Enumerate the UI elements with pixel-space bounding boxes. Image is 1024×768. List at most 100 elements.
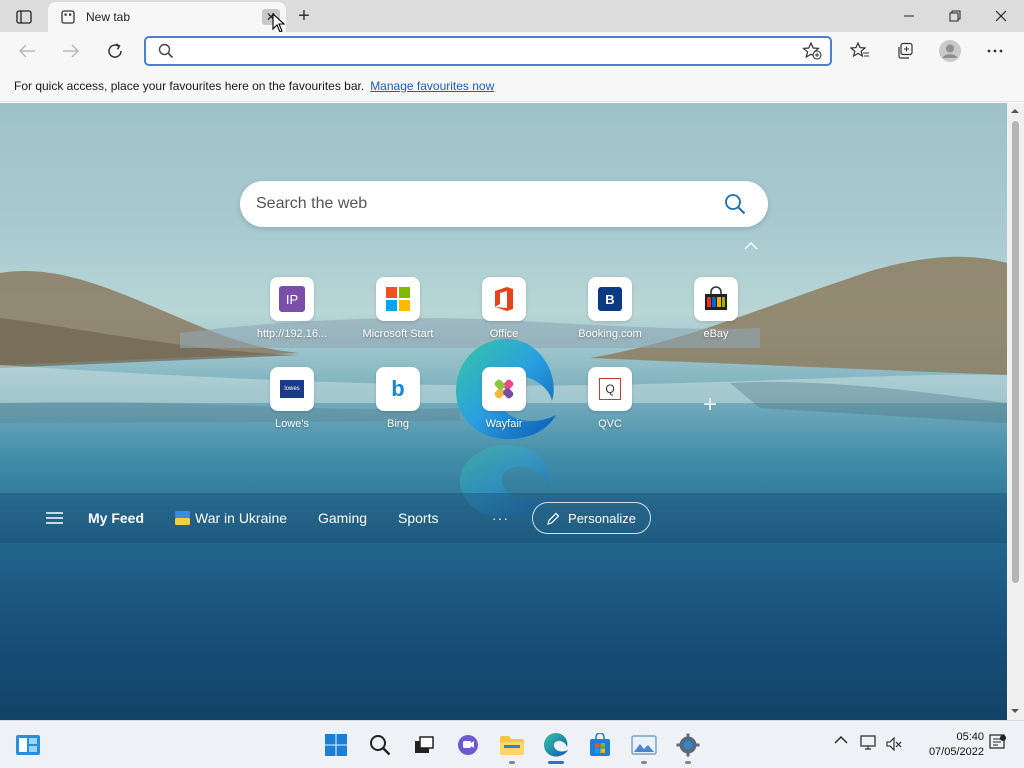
web-search-box[interactable] (240, 181, 768, 227)
new-tab-button[interactable]: + (292, 5, 316, 27)
quick-link-bing[interactable]: b Bing (353, 367, 443, 430)
microsoft-start-icon (386, 287, 410, 311)
close-window-button[interactable] (978, 0, 1024, 32)
system-clock[interactable]: 05:40 07/05/2022 (912, 730, 984, 760)
browser-toolbar (0, 32, 1024, 70)
feed-tab-my-feed[interactable]: My Feed (88, 510, 144, 526)
gear-icon (676, 733, 700, 757)
refresh-icon (108, 43, 122, 58)
tab-actions-button[interactable] (10, 6, 38, 28)
photos-icon (631, 735, 657, 755)
search-icon (370, 735, 391, 756)
mouse-cursor-icon (272, 13, 286, 33)
volume-muted-icon[interactable] (886, 737, 902, 751)
running-indicator (685, 761, 691, 764)
quick-link-label: Lowe's (275, 418, 309, 430)
active-indicator (548, 761, 564, 764)
quick-link-label: Booking.com (578, 328, 642, 340)
task-view-icon (415, 736, 434, 753)
quick-link-ip[interactable]: IP http://192.16... (247, 277, 337, 340)
minimize-icon (904, 15, 914, 17)
title-bar: New tab ✕ + (0, 0, 1024, 33)
forward-arrow-icon (63, 44, 80, 58)
taskbar-search-button[interactable] (364, 729, 396, 761)
quick-link-microsoft-start[interactable]: Microsoft Start (353, 277, 443, 340)
chat-button[interactable] (452, 729, 484, 761)
favourites-icon (850, 42, 869, 58)
favourites-bar: For quick access, place your favourites … (0, 70, 1024, 102)
taskbar: 05:40 07/05/2022 (0, 720, 1024, 768)
quick-link-wayfair[interactable]: Wayfair (459, 367, 549, 430)
show-hidden-icons-icon[interactable] (834, 735, 848, 745)
address-bar[interactable] (144, 36, 832, 66)
scroll-up-icon[interactable] (1010, 108, 1020, 114)
scrollbar-thumb[interactable] (1012, 121, 1019, 583)
wayfair-icon (494, 379, 514, 399)
new-tab-page: IP http://192.16... Microsoft Start Offi… (0, 103, 1007, 720)
edge-icon (544, 733, 568, 757)
quick-link-label: QVC (598, 418, 622, 430)
quick-link-booking[interactable]: B Booking.com (565, 277, 655, 340)
web-search-input[interactable] (256, 193, 696, 215)
collections-icon (898, 42, 913, 59)
network-icon[interactable] (860, 735, 878, 751)
favourites-button[interactable] (845, 37, 875, 65)
quick-link-label: Bing (386, 418, 410, 430)
start-button[interactable] (320, 729, 352, 761)
booking-icon: B (598, 287, 622, 311)
pencil-icon (547, 512, 560, 525)
file-explorer-button[interactable] (496, 729, 528, 764)
settings-taskbar-button[interactable] (672, 729, 704, 764)
photos-button[interactable] (628, 729, 660, 764)
add-favourite-icon[interactable] (802, 42, 822, 60)
search-icon (158, 43, 174, 59)
task-view-button[interactable] (408, 729, 440, 761)
quick-link-qvc[interactable]: Q QVC (565, 367, 655, 430)
close-icon (995, 10, 1007, 22)
collapse-quick-links-icon[interactable] (744, 241, 758, 251)
forward-button[interactable] (56, 37, 86, 65)
quick-link-label: Wayfair (485, 418, 523, 430)
tab-new-tab[interactable]: New tab ✕ (48, 2, 286, 32)
personalize-button[interactable]: Personalize (532, 502, 651, 534)
settings-more-button[interactable] (980, 37, 1010, 65)
office-icon (495, 287, 513, 311)
windows-logo-icon (325, 734, 347, 756)
notification-icon[interactable] (989, 734, 1007, 752)
clock-time: 05:40 (956, 731, 984, 743)
widgets-button[interactable] (12, 729, 44, 761)
feed-tab-sports[interactable]: Sports (398, 510, 438, 526)
quick-link-lowes[interactable]: lowes Lowe's (247, 367, 337, 430)
collections-button[interactable] (890, 37, 920, 65)
store-icon (590, 733, 610, 756)
folder-icon (500, 736, 524, 755)
feed-tab-war-in-ukraine[interactable]: War in Ukraine (175, 510, 287, 526)
vertical-scrollbar[interactable] (1007, 103, 1024, 720)
favourites-bar-message: For quick access, place your favourites … (14, 78, 365, 93)
ip-icon: IP (279, 286, 305, 312)
feed-more-button[interactable]: ··· (492, 510, 509, 526)
clock-date: 07/05/2022 (928, 746, 984, 758)
add-quick-link-button[interactable]: + (703, 391, 717, 419)
web-search-icon[interactable] (724, 193, 746, 215)
back-button[interactable] (12, 37, 42, 65)
minimize-button[interactable] (886, 0, 932, 32)
hamburger-menu-icon[interactable] (46, 512, 63, 524)
edge-taskbar-button[interactable] (540, 729, 572, 764)
address-input[interactable] (182, 40, 792, 62)
quick-link-office[interactable]: Office (459, 277, 549, 340)
widgets-icon (16, 735, 40, 755)
quick-link-ebay[interactable]: eBay (671, 277, 761, 340)
tab-actions-icon (16, 10, 32, 24)
manage-favourites-link[interactable]: Manage favourites now (370, 79, 494, 93)
store-button[interactable] (584, 729, 616, 761)
refresh-button[interactable] (100, 37, 130, 65)
restore-button[interactable] (932, 0, 978, 32)
profile-button[interactable] (935, 37, 965, 65)
running-indicator (641, 761, 647, 764)
bing-icon: b (391, 376, 405, 401)
feed-tab-gaming[interactable]: Gaming (318, 510, 367, 526)
scroll-down-icon[interactable] (1010, 708, 1020, 714)
quick-link-label: Microsoft Start (362, 328, 434, 340)
ebay-icon (705, 286, 727, 310)
